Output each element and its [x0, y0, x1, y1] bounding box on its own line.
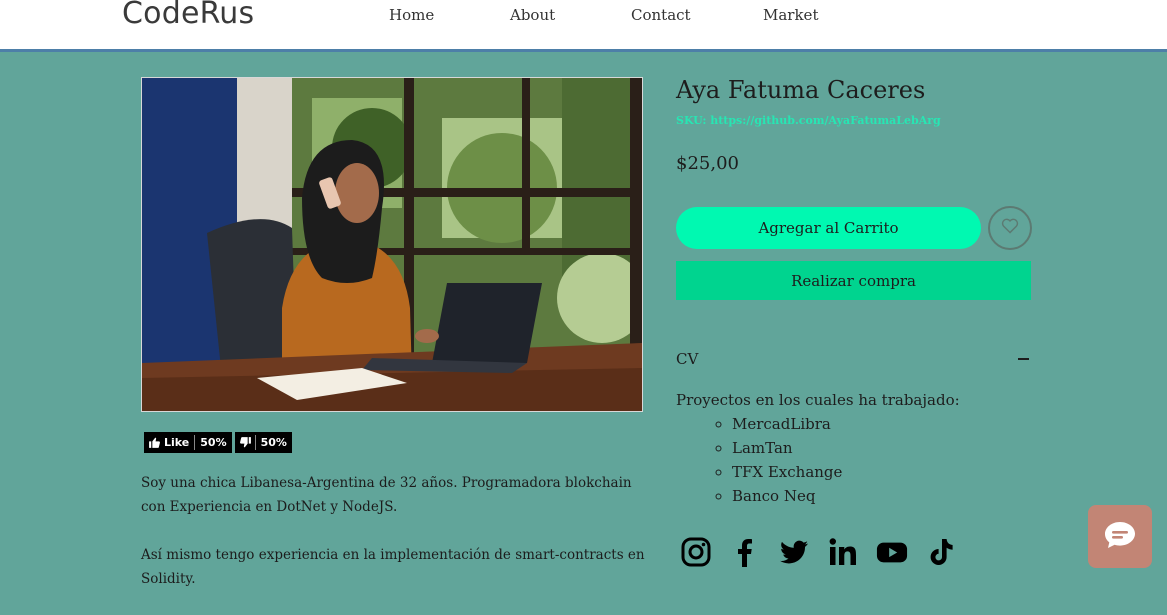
social-links: [680, 536, 957, 568]
nav-market[interactable]: Market: [763, 6, 818, 24]
photo-woman-laptop-phone: [142, 78, 642, 411]
dislike-button[interactable]: 50%: [234, 432, 292, 453]
product-description: Soy una chica Libanesa-Argentina de 32 a…: [141, 471, 656, 615]
facebook-icon[interactable]: [729, 536, 761, 568]
instagram-icon[interactable]: [680, 536, 712, 568]
thumbs-down-icon: [235, 436, 255, 449]
chat-bubble-icon: [1103, 520, 1137, 554]
dislike-percentage: 50%: [260, 436, 287, 449]
nav-home[interactable]: Home: [389, 6, 434, 24]
product-sku[interactable]: SKU: https://github.com/AyaFatumaLebArg: [676, 114, 941, 127]
tiktok-icon[interactable]: [925, 536, 957, 568]
like-percentage: 50%: [200, 436, 227, 449]
linkedin-icon[interactable]: [827, 536, 859, 568]
description-paragraph: Soy una chica Libanesa-Argentina de 32 a…: [141, 475, 632, 515]
like-label: Like: [164, 436, 190, 449]
cv-section-content: Proyectos en los cuales ha trabajado: Me…: [676, 388, 960, 508]
nav-about[interactable]: About: [510, 6, 555, 24]
like-dislike-bar: Like 50% 50%: [144, 432, 292, 453]
nav-contact[interactable]: Contact: [631, 6, 691, 24]
site-header: CodeRus Home About Contact Market: [0, 0, 1167, 52]
project-item: TFX Exchange: [732, 460, 960, 484]
chat-widget-button[interactable]: [1088, 505, 1152, 568]
cv-intro: Proyectos en los cuales ha trabajado:: [676, 391, 960, 409]
description-paragraph: Así mismo tengo experiencia en la implem…: [141, 547, 645, 587]
product-title: Aya Fatuma Caceres: [676, 76, 926, 104]
project-item: MercadLibra: [732, 412, 960, 436]
project-list: MercadLibra LamTan TFX Exchange Banco Ne…: [676, 412, 960, 508]
like-button[interactable]: Like 50%: [144, 432, 232, 453]
project-item: Banco Neq: [732, 484, 960, 508]
cv-section-title: CV: [676, 350, 699, 368]
product-price: $25,00: [676, 153, 739, 174]
thumbs-up-icon: [144, 436, 164, 449]
buy-now-button[interactable]: Realizar compra: [676, 261, 1031, 300]
product-image[interactable]: [141, 77, 643, 412]
wishlist-button[interactable]: [988, 206, 1032, 250]
project-item: LamTan: [732, 436, 960, 460]
cv-section-toggle[interactable]: CV: [676, 350, 1031, 370]
heart-icon: [1001, 218, 1019, 238]
youtube-icon[interactable]: [876, 536, 908, 568]
twitter-icon[interactable]: [778, 536, 810, 568]
collapse-icon: [1018, 358, 1029, 360]
site-logo[interactable]: CodeRus: [122, 0, 254, 31]
add-to-cart-button[interactable]: Agregar al Carrito: [676, 207, 981, 249]
